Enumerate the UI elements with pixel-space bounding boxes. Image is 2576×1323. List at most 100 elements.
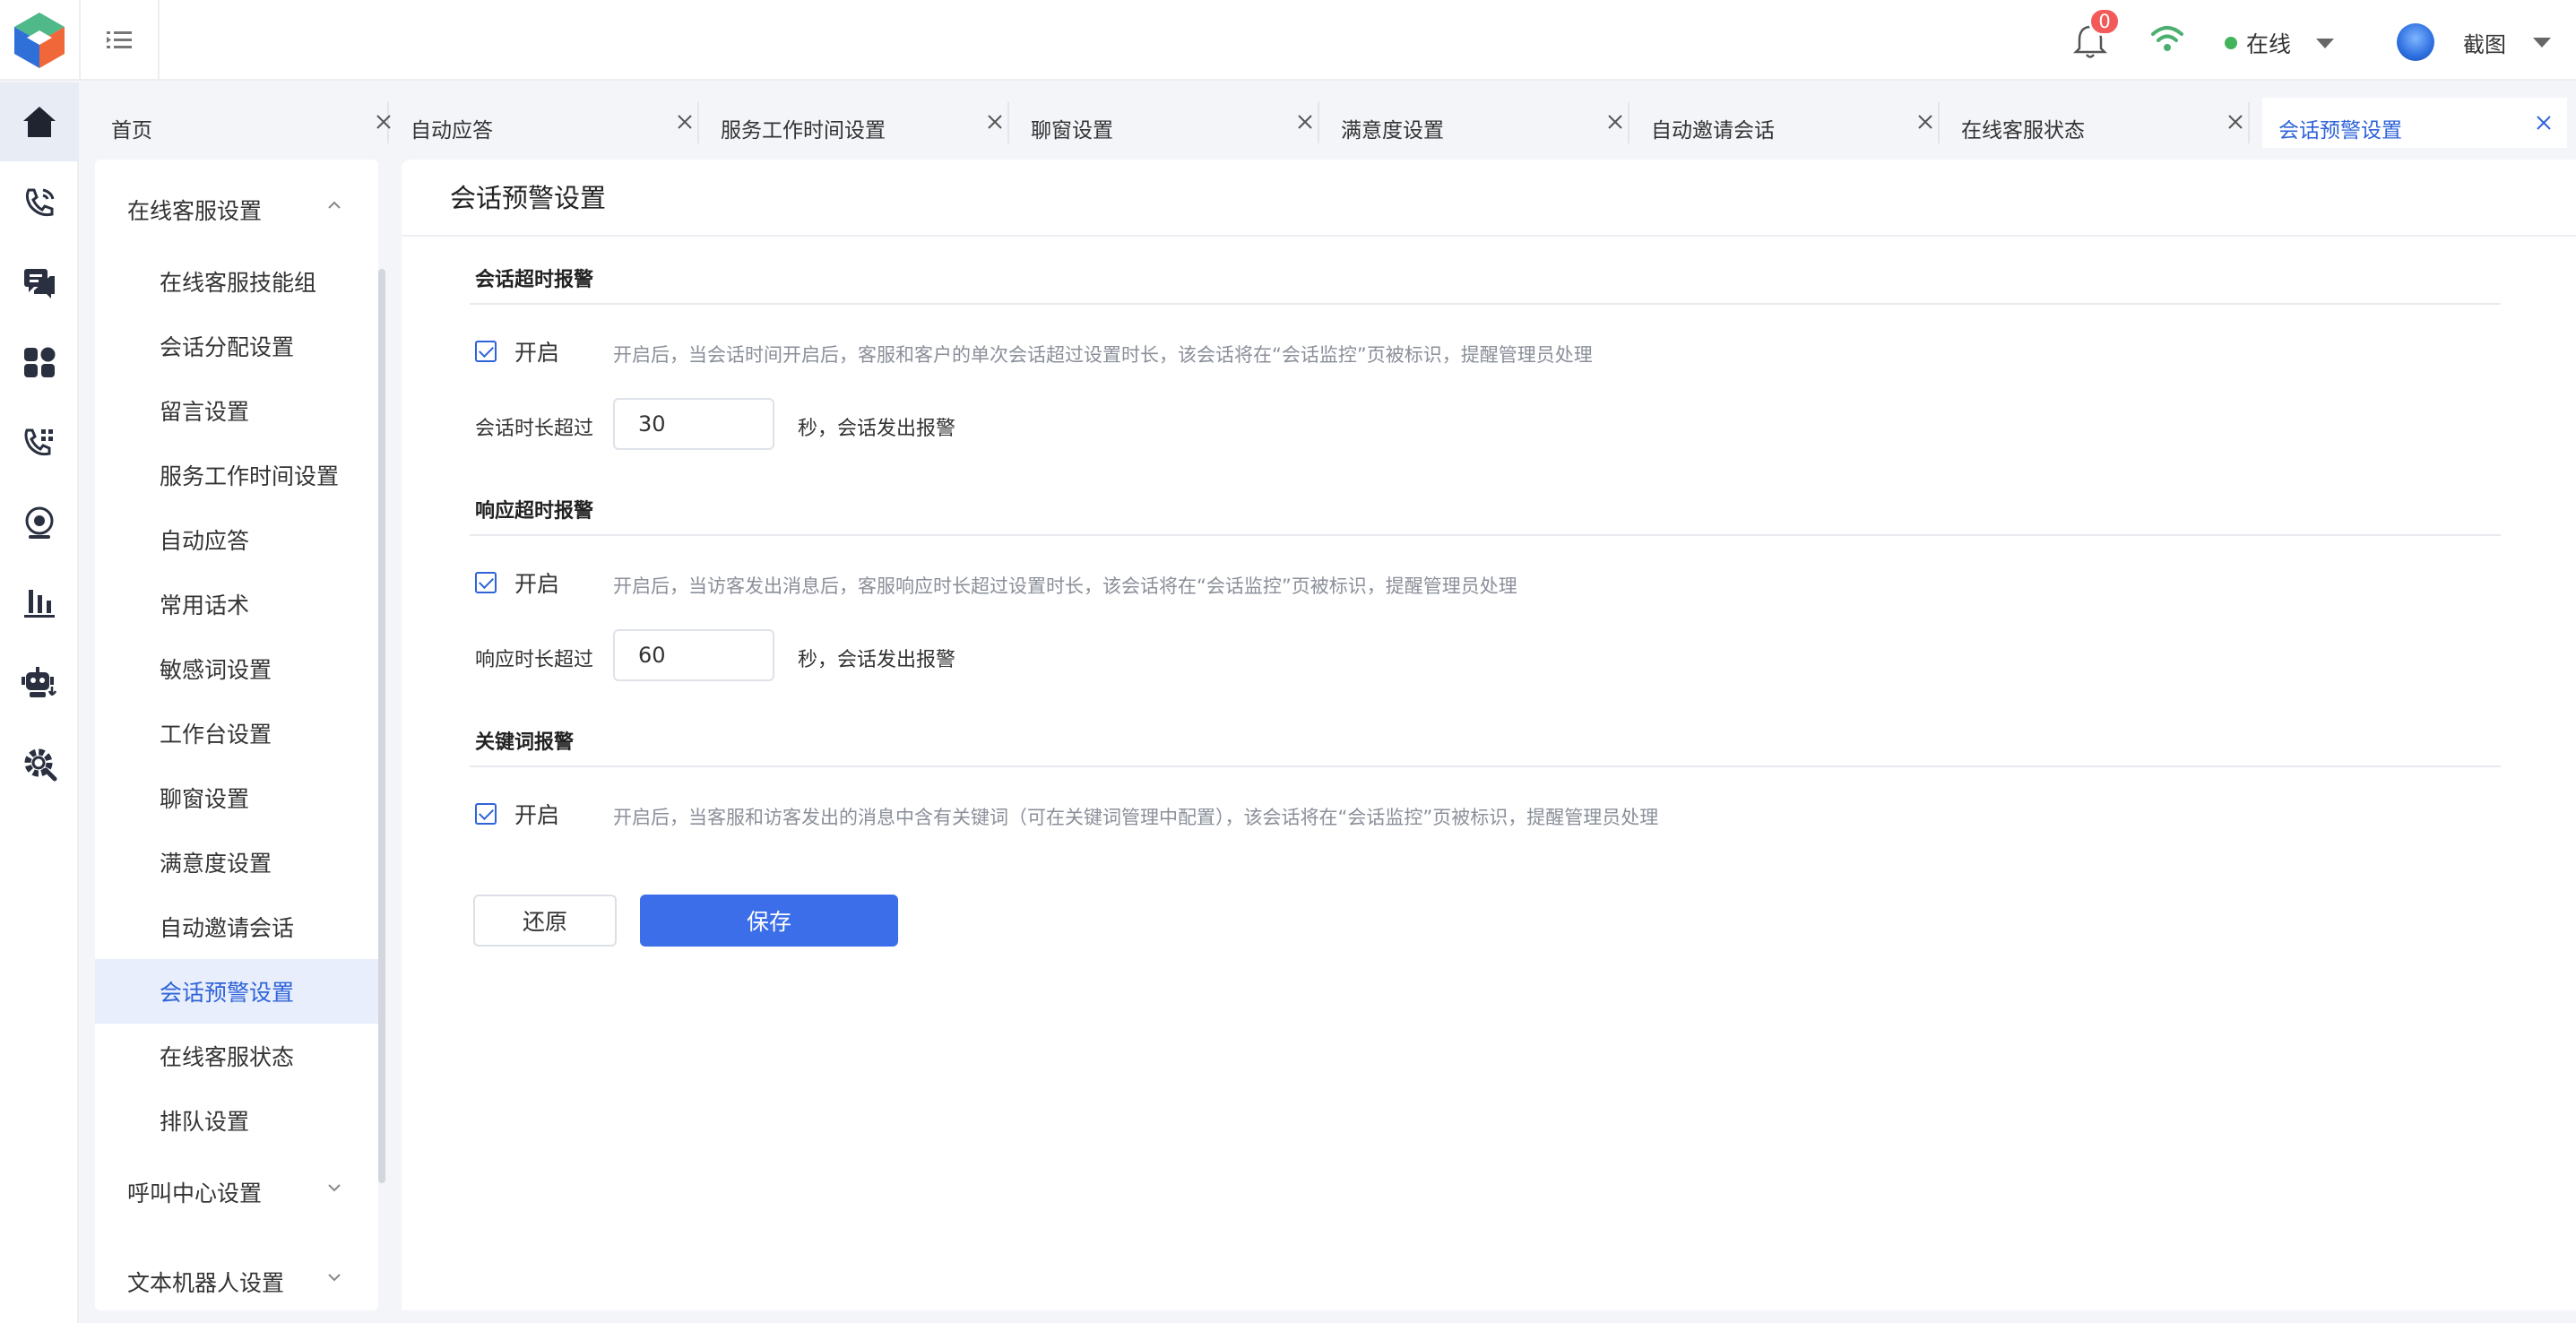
monitor-icon (25, 506, 54, 539)
session-timeout-hint: 开启后，当会话时间开启后，客服和客户的单次会话超过设置时长，该会话将在“会话监控… (613, 344, 1593, 366)
tab-service-hours[interactable]: 服务工作时间设置 (701, 102, 1009, 143)
robot-icon (22, 667, 57, 697)
menu-toggle-button[interactable] (79, 0, 160, 81)
subnav-group-online-service[interactable]: 在线客服设置 (127, 194, 262, 226)
subnav-group-call-center[interactable]: 呼叫中心设置 (127, 1176, 262, 1208)
tab-label: 服务工作时间设置 (721, 119, 886, 143)
keyword-alert-checkbox[interactable] (475, 803, 497, 825)
rail-home[interactable] (0, 82, 79, 161)
chevron-up-icon[interactable] (326, 197, 342, 213)
home-icon (23, 107, 56, 137)
session-duration-suffix: 秒，会话发出报警 (798, 418, 956, 440)
close-icon[interactable] (2533, 112, 2554, 134)
divider (470, 765, 2501, 767)
session-duration-input[interactable]: 30 (613, 398, 774, 450)
tab-home[interactable]: 首页 (81, 102, 391, 143)
subnav-item-skill-group[interactable]: 在线客服技能组 (95, 249, 378, 314)
tab-chat-window[interactable]: 聊窗设置 (1011, 102, 1319, 143)
subnav-item-auto-invite[interactable]: 自动邀请会话 (95, 895, 378, 959)
subnav-item-queue[interactable]: 排队设置 (95, 1088, 378, 1153)
tab-satisfaction[interactable]: 满意度设置 (1321, 102, 1629, 143)
settings-icon (24, 748, 57, 782)
subnav-item-service-hours[interactable]: 服务工作时间设置 (95, 443, 378, 507)
tab-label: 自动应答 (411, 119, 493, 143)
response-duration-suffix: 秒，会话发出报警 (798, 649, 956, 671)
chevron-down-icon (2533, 38, 2551, 48)
close-icon[interactable] (2225, 111, 2246, 133)
chevron-down-icon (2316, 38, 2335, 48)
tab-session-alert[interactable]: 会话预警设置 (2262, 98, 2567, 148)
subnav-scrollbar[interactable] (378, 269, 385, 1183)
chart-icon (24, 590, 55, 618)
tab-auto-reply[interactable]: 自动应答 (391, 102, 699, 143)
rail-phone[interactable] (0, 163, 79, 242)
subnav-item-satisfaction[interactable]: 满意度设置 (95, 830, 378, 895)
checkbox-label: 开启 (514, 802, 560, 828)
tabs-bar: 首页 自动应答 服务工作时间设置 聊窗设置 满意度设置 自动邀请会话 在线客服状… (81, 82, 2576, 160)
close-icon[interactable] (1915, 111, 1936, 133)
subnav-group-text-robot[interactable]: 文本机器人设置 (127, 1266, 284, 1298)
call-transfer-icon (24, 428, 53, 456)
tab-label: 在线客服状态 (1961, 119, 2085, 143)
tab-label: 满意度设置 (1341, 119, 1444, 143)
close-icon[interactable] (984, 111, 1006, 133)
subnav-item-auto-reply[interactable]: 自动应答 (95, 507, 378, 572)
left-rail (0, 82, 79, 1323)
chevron-down-icon[interactable] (326, 1269, 342, 1285)
subnav-item-sensitive-words[interactable]: 敏感词设置 (95, 636, 378, 701)
tab-label: 会话预警设置 (2278, 119, 2402, 143)
rail-chat[interactable] (0, 244, 79, 323)
session-duration-label: 会话时长超过 (475, 418, 594, 440)
top-bar: 0 在线 截图 (0, 0, 2576, 81)
keyword-alert-toggle[interactable]: 开启 (475, 798, 559, 830)
rail-settings[interactable] (0, 724, 79, 803)
tab-label: 自动邀请会话 (1651, 119, 1775, 143)
divider (470, 303, 2501, 305)
status-dot (2225, 37, 2237, 49)
settings-subnav: 在线客服设置 在线客服技能组 会话分配设置 留言设置 服务工作时间设置 自动应答… (95, 160, 378, 1310)
main-panel: 会话预警设置 会话超时报警 开启 开启后，当会话时间开启后，客服和客户的单次会话… (402, 160, 2576, 1310)
response-timeout-checkbox[interactable] (475, 572, 497, 593)
subnav-item-workbench[interactable]: 工作台设置 (95, 701, 378, 765)
rail-call-transfer[interactable] (0, 403, 79, 482)
checkbox-label: 开启 (514, 571, 560, 597)
rail-monitor[interactable] (0, 484, 79, 563)
response-duration-label: 响应时长超过 (475, 649, 594, 671)
chevron-down-icon[interactable] (326, 1180, 342, 1196)
page-title: 会话预警设置 (450, 183, 607, 213)
subnav-item-message[interactable]: 留言设置 (95, 378, 378, 443)
response-timeout-hint: 开启后，当访客发出消息后，客服响应时长超过设置时长，该会话将在“会话监控”页被标… (613, 575, 1517, 597)
save-button[interactable]: 保存 (640, 895, 898, 947)
response-duration-input[interactable]: 60 (613, 629, 774, 681)
section-title-keyword-alert: 关键词报警 (475, 731, 575, 754)
app-logo[interactable] (0, 0, 79, 81)
user-menu[interactable]: 截图 (2463, 27, 2551, 58)
menu-fold-icon (107, 31, 132, 48)
response-timeout-toggle[interactable]: 开启 (475, 566, 559, 599)
subnav-item-chat-window[interactable]: 聊窗设置 (95, 765, 378, 830)
rail-robot[interactable] (0, 644, 79, 722)
apps-icon (24, 347, 56, 377)
subnav-item-session-assign[interactable]: 会话分配设置 (95, 314, 378, 378)
subnav-item-session-alert[interactable]: 会话预警设置 (95, 959, 378, 1024)
close-icon[interactable] (1294, 111, 1316, 133)
section-title-response-timeout: 响应超时报警 (475, 500, 594, 523)
session-timeout-toggle[interactable]: 开启 (475, 335, 559, 368)
close-icon[interactable] (1604, 111, 1626, 133)
tab-label: 聊窗设置 (1031, 119, 1113, 143)
rail-chart[interactable] (0, 563, 79, 642)
rail-apps[interactable] (0, 323, 79, 402)
tab-label: 首页 (111, 119, 152, 143)
notification-badge: 0 (2088, 7, 2121, 36)
avatar[interactable] (2397, 23, 2434, 61)
logo-icon (14, 13, 65, 68)
session-timeout-checkbox[interactable] (475, 341, 497, 362)
close-icon[interactable] (674, 111, 696, 133)
tab-online-agent-status[interactable]: 在线客服状态 (1941, 102, 2250, 143)
subnav-item-common-phrases[interactable]: 常用话术 (95, 572, 378, 636)
reset-button[interactable]: 还原 (473, 895, 617, 947)
tab-auto-invite[interactable]: 自动邀请会话 (1631, 102, 1940, 143)
online-status-dropdown[interactable]: 在线 (2225, 27, 2335, 59)
chat-icon (24, 269, 55, 298)
subnav-item-online-agent-status[interactable]: 在线客服状态 (95, 1024, 378, 1088)
